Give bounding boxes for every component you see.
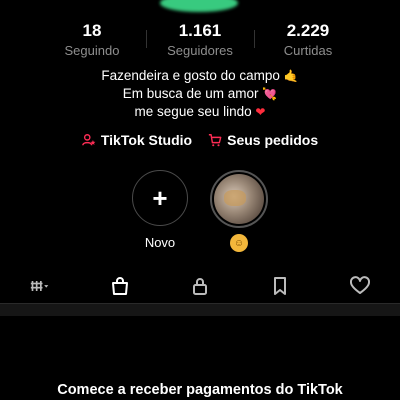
grid-filter-icon <box>30 281 49 291</box>
stat-likes[interactable]: 2.229 Curtidas <box>254 20 362 60</box>
cart-icon <box>208 134 222 147</box>
bookmark-icon <box>274 277 286 295</box>
following-count: 18 <box>82 21 102 40</box>
tab-liked[interactable] <box>330 270 390 302</box>
orders-label: Seus pedidos <box>227 132 319 148</box>
stat-following[interactable]: 18 Seguindo <box>38 20 146 60</box>
heart-icon <box>350 276 370 294</box>
tab-videos[interactable] <box>10 270 70 302</box>
user-star-icon <box>82 134 96 146</box>
new-story-button[interactable]: + <box>132 170 188 226</box>
bio-line-3: me segue seu lindo ❤ <box>134 104 266 119</box>
orders-link[interactable]: Seus pedidos <box>208 132 318 148</box>
tab-shop[interactable] <box>90 270 150 305</box>
hand-emoji-icon: 🤙 <box>283 69 299 83</box>
tab-private[interactable] <box>170 270 230 302</box>
story-thumbnail <box>214 174 264 224</box>
profile-stats: 18 Seguindo 1.161 Seguidores 2.229 Curti… <box>0 20 400 60</box>
story-avatar[interactable] <box>210 170 268 228</box>
plus-icon: + <box>152 183 168 213</box>
profile-tabs <box>0 270 400 305</box>
bio-line-2: Em busca de um amor 💘 <box>122 86 278 101</box>
smile-emoji-icon: ☺ <box>230 234 248 252</box>
lock-icon <box>193 278 207 295</box>
stat-followers[interactable]: 1.161 Seguidores <box>146 20 254 60</box>
bio-line-1: Fazendeira e gosto do campo 🤙 <box>101 68 299 83</box>
redacted-username-blob <box>160 0 238 12</box>
tab-saved[interactable] <box>250 270 310 302</box>
payments-promo-title: Comece a receber pagamentos do TikTok <box>57 382 343 398</box>
likes-count: 2.229 <box>286 21 330 40</box>
tiktok-studio-label: TikTok Studio <box>100 132 193 148</box>
shopping-bag-icon <box>112 277 128 295</box>
new-story-label: Novo <box>144 235 176 250</box>
red-heart-emoji-icon: ❤ <box>255 105 266 119</box>
likes-label: Curtidas <box>283 43 333 58</box>
section-divider <box>0 303 400 316</box>
followers-label: Seguidores <box>167 43 233 58</box>
heart-arrow-emoji-icon: 💘 <box>262 87 278 101</box>
followers-count: 1.161 <box>178 21 222 40</box>
profile-bio: Fazendeira e gosto do campo 🤙 Em busca d… <box>0 67 400 121</box>
tiktok-studio-link[interactable]: TikTok Studio <box>82 132 192 148</box>
profile-links: TikTok Studio Seus pedidos <box>0 132 400 148</box>
following-label: Seguindo <box>64 43 120 58</box>
